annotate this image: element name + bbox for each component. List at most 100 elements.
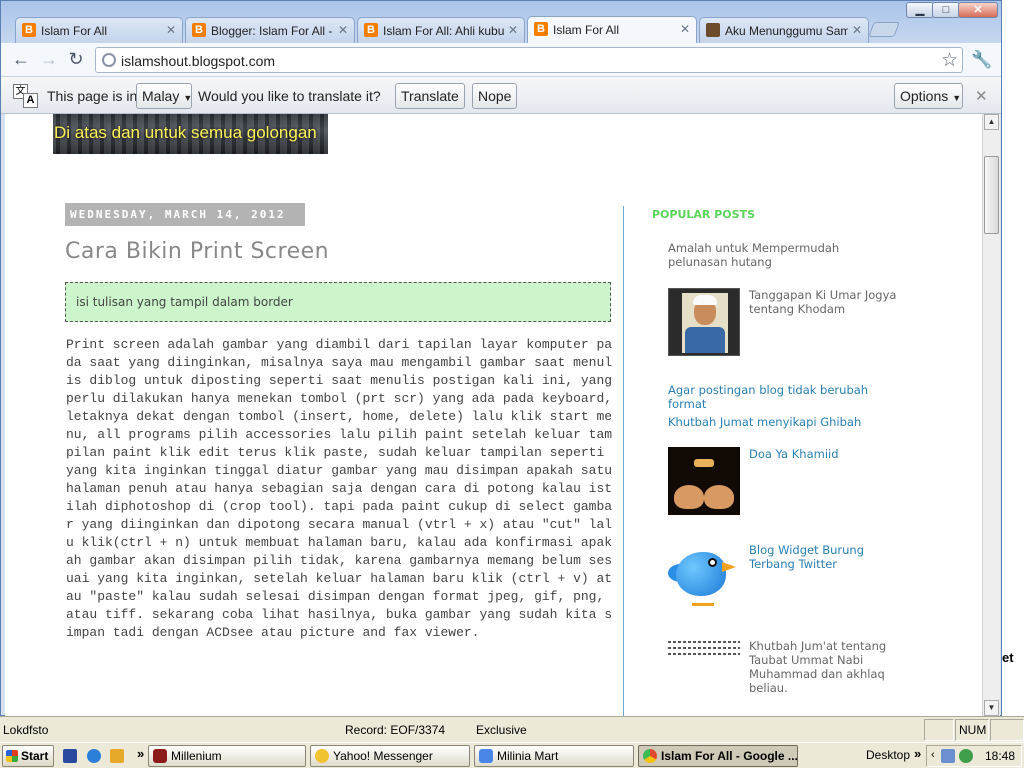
tab[interactable]: Islam For All: Ahli kubur di ✕ — [357, 17, 525, 43]
url-text[interactable]: islamshout.blogspot.com — [121, 53, 275, 69]
twitter-bird-thumbnail[interactable] — [668, 542, 740, 610]
popular-post-thumbnail[interactable] — [668, 447, 740, 515]
quick-launch-chevron[interactable]: » — [137, 746, 144, 761]
page-viewport: Di atas dan untuk semua golongan WEDNESD… — [5, 114, 982, 716]
tab[interactable]: Blogger: Islam For All - Se ✕ — [185, 17, 355, 43]
translate-button[interactable]: Translate — [395, 83, 465, 109]
tray-app-icon[interactable] — [959, 749, 973, 763]
popular-post-link[interactable]: Khutbah Jum'at tentang Taubat Ummat Nabi… — [749, 639, 899, 695]
options-button[interactable]: Options ▼ — [894, 83, 963, 109]
tab-title: Islam For All — [553, 23, 620, 37]
close-icon[interactable]: ✕ — [975, 87, 988, 105]
close-icon[interactable]: ✕ — [680, 22, 690, 36]
network-icon[interactable] — [941, 749, 955, 763]
quick-launch-icon[interactable] — [63, 749, 77, 763]
tab-title: Blogger: Islam For All - Se — [211, 24, 334, 38]
taskbar-item-active[interactable]: Islam For All - Google ... — [638, 745, 798, 767]
close-icon[interactable]: ✕ — [508, 23, 518, 37]
wrench-menu-icon[interactable]: 🔧 — [971, 50, 992, 70]
blogger-icon — [534, 22, 548, 36]
translate-icon: 文A — [13, 84, 39, 108]
tab-active[interactable]: Islam For All ✕ — [527, 16, 697, 44]
taskbar-item[interactable]: Milinia Mart — [474, 745, 634, 767]
taskbar-item-label: Milinia Mart — [497, 749, 559, 763]
status-mode: Exclusive — [476, 723, 527, 737]
tab[interactable]: Islam For All ✕ — [15, 17, 183, 43]
bordered-note: isi tulisan yang tampil dalam border — [65, 282, 611, 322]
tab-title: Islam For All — [41, 24, 108, 38]
tab-title: Aku Menunggumu Sampai — [725, 24, 848, 38]
scroll-down-icon[interactable]: ▼ — [984, 700, 999, 716]
language-select[interactable]: Malay ▼ — [136, 83, 192, 109]
minimize-button[interactable]: ▁ — [906, 2, 934, 18]
popular-post-link[interactable]: Doa Ya Khamiid — [749, 447, 899, 461]
close-window-button[interactable]: ✕ — [958, 2, 998, 18]
taskbar-item-label: Yahoo! Messenger — [333, 749, 433, 763]
scroll-up-icon[interactable]: ▲ — [984, 114, 999, 130]
popular-post-link[interactable]: Blog Widget Burung Terbang Twitter — [749, 543, 899, 571]
app-icon — [153, 749, 167, 763]
bookmark-star-icon[interactable]: ☆ — [941, 49, 958, 72]
title-bar: ▁ □ ✕ Islam For All ✕ Blogger: Islam For… — [1, 1, 1001, 44]
chevron-down-icon: ▼ — [952, 93, 962, 103]
quick-launch-icon[interactable] — [110, 749, 124, 763]
blog-tagline: Di atas dan untuk semua golongan — [54, 123, 317, 142]
nope-button[interactable]: Nope — [472, 83, 518, 109]
translate-prompt: This page is in — [47, 88, 138, 104]
system-tray: ‹ 18:48 — [926, 745, 1022, 767]
background-app-statusbar: Lokdfsto Record: EOF/3374 Exclusive NUM — [0, 716, 1024, 742]
yahoo-messenger-icon — [315, 749, 329, 763]
taskbar-item[interactable]: Millenium — [148, 745, 306, 767]
blogger-icon — [192, 23, 206, 37]
status-cell — [990, 719, 1024, 741]
maximize-button[interactable]: □ — [932, 2, 960, 18]
popular-post-link[interactable]: Khutbah Jumat menyikapi Ghibah — [668, 415, 908, 429]
sidebar-divider — [623, 206, 624, 716]
browser-window: ▁ □ ✕ Islam For All ✕ Blogger: Islam For… — [0, 0, 1002, 716]
arabic-text-thumbnail[interactable] — [668, 638, 740, 658]
app-icon — [479, 749, 493, 763]
status-record: Record: EOF/3374 — [345, 723, 446, 737]
popular-post-link[interactable]: Amalah untuk Mempermudah pelunasan hutan… — [668, 241, 898, 269]
post-body: Print screen adalah gambar yang diambil … — [66, 337, 613, 640]
reload-icon[interactable]: ↻ — [65, 49, 87, 71]
popular-post-thumbnail[interactable] — [668, 288, 740, 356]
profile-icon — [706, 23, 720, 37]
popular-post-link[interactable]: Tanggapan Ki Umar Jogya tentang Khodam — [749, 288, 899, 316]
background-app-pane: et — [1000, 0, 1024, 716]
start-button[interactable]: Start — [2, 745, 54, 767]
taskbar-item-label: Millenium — [171, 749, 222, 763]
browser-toolbar: ← → ↻ islamshout.blogspot.com ☆ 🔧 — [1, 43, 1001, 77]
back-arrow-icon[interactable]: ← — [10, 49, 32, 71]
start-label: Start — [21, 749, 49, 763]
internet-explorer-icon[interactable] — [87, 749, 101, 763]
page-scrollbar[interactable]: ▲ ▼ — [982, 114, 1000, 716]
status-left: Lokdfsto — [3, 723, 49, 737]
close-icon[interactable]: ✕ — [338, 23, 348, 37]
forward-arrow-icon[interactable]: → — [38, 49, 60, 71]
tray-expand-icon[interactable]: ‹ — [931, 749, 935, 761]
desktop-toolbar-label[interactable]: Desktop — [866, 748, 910, 762]
chrome-icon — [643, 749, 657, 763]
bordered-note-text: isi tulisan yang tampil dalam border — [76, 295, 293, 309]
close-icon[interactable]: ✕ — [852, 23, 862, 37]
post-date: WEDNESDAY, MARCH 14, 2012 — [65, 203, 305, 226]
blogger-icon — [364, 23, 378, 37]
scroll-thumb[interactable] — [984, 156, 999, 234]
close-icon[interactable]: ✕ — [166, 23, 176, 37]
new-tab-button[interactable] — [868, 22, 900, 37]
chevron-down-icon: ▼ — [183, 93, 193, 103]
post-title[interactable]: Cara Bikin Print Screen — [65, 239, 329, 264]
clock[interactable]: 18:48 — [985, 749, 1015, 763]
address-bar[interactable]: islamshout.blogspot.com ☆ — [95, 47, 963, 73]
desktop-chevron[interactable]: » — [914, 746, 921, 761]
status-num: NUM — [955, 719, 989, 741]
tab[interactable]: Aku Menunggumu Sampai ✕ — [699, 17, 869, 43]
taskbar: Start » Millenium Yahoo! Messenger Milin… — [0, 742, 1024, 768]
status-cell — [924, 719, 954, 741]
translate-question: Would you like to translate it? — [198, 88, 381, 104]
taskbar-item[interactable]: Yahoo! Messenger — [310, 745, 470, 767]
options-label: Options — [900, 88, 949, 104]
popular-post-link[interactable]: Agar postingan blog tidak berubah format — [668, 383, 908, 411]
blog-header-image[interactable]: Di atas dan untuk semua golongan — [53, 114, 328, 154]
